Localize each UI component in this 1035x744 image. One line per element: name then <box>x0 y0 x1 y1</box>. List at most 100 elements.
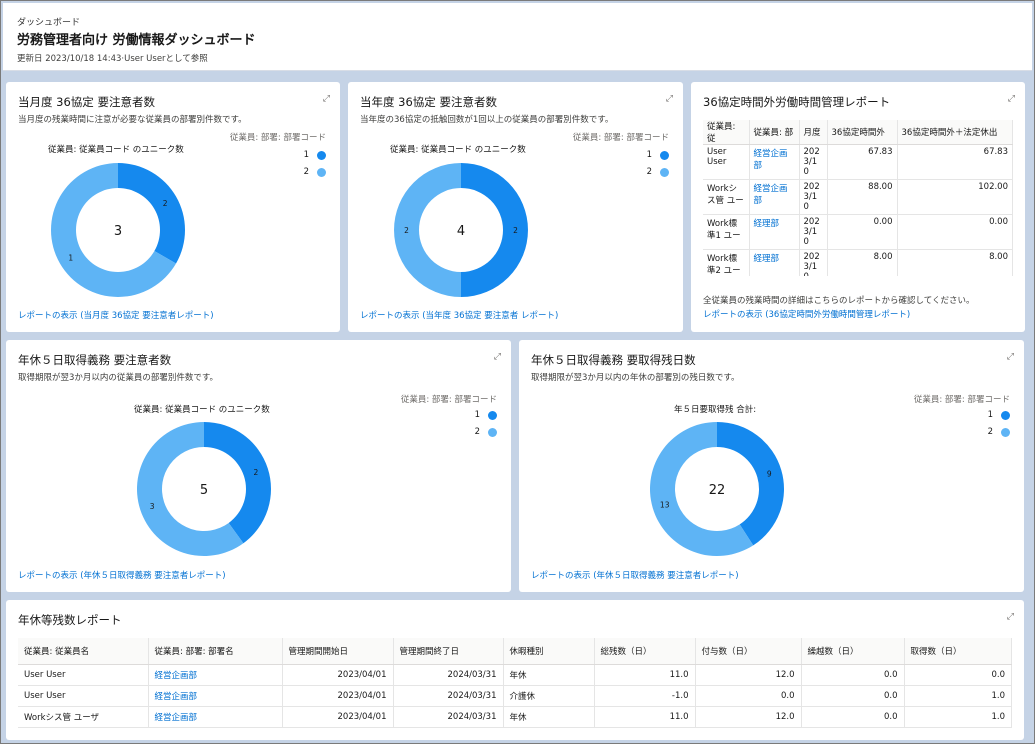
dashboard-header: ダッシュボード 労務管理者向け 労働情報ダッシュボード 更新日 2023/10/… <box>3 3 1032 71</box>
column-header[interactable]: 従業員: 部署: 部署名 <box>148 638 283 665</box>
slice-label: 2 <box>163 199 168 208</box>
legend-dot-1 <box>660 150 669 160</box>
legend-title: 従業員: 部署: 部署コード <box>913 395 1010 405</box>
card-monthly-36: 当月度 36協定 要注意者数 ⤢ 当月度の残業時間に注意が必要な従業員の部署別件… <box>6 82 340 332</box>
donut-slice-1[interactable] <box>204 422 271 544</box>
legend-title: 従業員: 部署: 部署コード <box>229 133 326 143</box>
column-header[interactable]: 繰越数（日） <box>801 638 905 665</box>
chart-title: 年５日要取得残 合計: <box>674 405 757 415</box>
dashboard-frame: ダッシュボード 労務管理者向け 労働情報ダッシュボード 更新日 2023/10/… <box>0 0 1035 744</box>
card-annual-leave-count: 年休５日取得義務 要注意者数 ⤢ 取得期限が翌3か月以内の従業員の部署別件数です… <box>6 340 511 592</box>
report-link[interactable]: レポートの表示 (年休５日取得義務 要注意者レポート) <box>531 569 739 581</box>
expand-icon[interactable]: ⤢ <box>1007 612 1014 622</box>
card-title: 年休等残数レポート <box>18 613 122 627</box>
slice-label: 2 <box>513 226 518 235</box>
donut-slice-1[interactable] <box>461 163 528 297</box>
card-description: 当月度の残業時間に注意が必要な従業員の部署別件数です。 <box>18 115 247 125</box>
legend-dot-2 <box>488 427 497 437</box>
column-header[interactable]: 総残数（日） <box>594 638 696 665</box>
donut-center-total: 3 <box>114 224 122 239</box>
donut-chart[interactable]: 2 1 3 <box>50 162 186 298</box>
expand-icon[interactable]: ⤢ <box>1008 94 1015 104</box>
card-title: 年休５日取得義務 要注意者数 <box>18 353 172 367</box>
expand-icon[interactable]: ⤢ <box>323 94 330 104</box>
card-annual-36: 当年度 36協定 要注意者数 ⤢ 当年度の36協定の抵触回数が1回以上の従業員の… <box>348 82 683 332</box>
column-header[interactable]: 従業員: 従業員名 <box>18 638 149 665</box>
legend-item-1[interactable]: 1 <box>988 410 1010 420</box>
column-header[interactable]: 付与数（日） <box>695 638 802 665</box>
balance-table-wrapper[interactable]: 従業員: 従業員名 従業員: 部署: 部署名 管理期間開始日 管理期間終了日 休… <box>18 638 1012 728</box>
donut-slice-1[interactable] <box>118 163 185 264</box>
column-header[interactable]: 従業員: 部 <box>749 120 800 145</box>
card-title: 当年度 36協定 要注意者数 <box>360 95 497 109</box>
card-title: 36協定時間外労働時間管理レポート <box>703 95 891 109</box>
expand-icon[interactable]: ⤢ <box>494 352 501 362</box>
report-note: 全従業員の残業時間の詳細はこちらのレポートから確認してください。 <box>703 296 975 306</box>
column-header[interactable]: 36協定時間外 <box>827 120 898 145</box>
legend-dot-2 <box>660 167 669 177</box>
table-row: Workシス管 ユーザ 経営企画部 2023/04/01 2024/03/31 … <box>18 706 1012 728</box>
breadcrumb: ダッシュボード <box>17 18 81 28</box>
report-link[interactable]: レポートの表示 (当月度 36協定 要注意者レポート) <box>18 309 214 321</box>
donut-center-total: 22 <box>709 483 726 498</box>
legend-item-1[interactable]: 1 <box>304 150 326 160</box>
report-link[interactable]: レポートの表示 (36協定時間外労働時間管理レポート) <box>703 308 910 320</box>
legend-item-1[interactable]: 1 <box>647 150 669 160</box>
donut-slice-1[interactable] <box>717 422 784 546</box>
donut-center-total: 4 <box>457 224 465 239</box>
updated-meta: 更新日 2023/10/18 14:43·User Userとして参照 <box>17 54 208 64</box>
report-link[interactable]: レポートの表示 (年休５日取得義務 要注意者レポート) <box>18 569 226 581</box>
column-header[interactable]: 管理期間終了日 <box>393 638 504 665</box>
legend-dot-1 <box>1001 410 1010 420</box>
legend-title: 従業員: 部署: 部署コード <box>400 395 497 405</box>
table-row: Work標準1 ユー 経理部 2023/10 0.00 0.00 <box>703 214 1013 250</box>
legend-dot-1 <box>317 150 326 160</box>
slice-label: 2 <box>253 468 258 477</box>
report-table-wrapper[interactable]: 従業員: 従 従業員: 部 月度 36協定時間外 36協定時間外＋法定休出 Us… <box>703 120 1013 276</box>
column-header[interactable]: 取得数（日） <box>904 638 1012 665</box>
card-leave-balance: 年休等残数レポート ⤢ 従業員: 従業員名 従業員: 部署: 部署名 管理期間開… <box>6 600 1024 740</box>
table-row: User User 経営企画部 2023/10 67.83 67.83 <box>703 144 1013 180</box>
chart-title: 従業員: 従業員コード のユニーク数 <box>134 405 270 415</box>
report-link[interactable]: レポートの表示 (当年度 36協定 要注意者 レポート) <box>360 309 558 321</box>
slice-label: 1 <box>68 253 73 262</box>
slice-label: 2 <box>404 226 409 235</box>
legend-dot-1 <box>488 410 497 420</box>
table-row: User User 経営企画部 2023/04/01 2024/03/31 年休… <box>18 664 1012 686</box>
card-title: 年休５日取得義務 要取得残日数 <box>531 353 696 367</box>
legend-item-2[interactable]: 2 <box>475 427 497 437</box>
column-header[interactable]: 管理期間開始日 <box>282 638 394 665</box>
legend-item-2[interactable]: 2 <box>304 167 326 177</box>
card-36-report: 36協定時間外労働時間管理レポート ⤢ 従業員: 従 従業員: 部 月度 36協… <box>691 82 1025 332</box>
slice-label: 13 <box>660 500 670 509</box>
page-title: 労務管理者向け 労働情報ダッシュボード <box>17 33 256 48</box>
expand-icon[interactable]: ⤢ <box>1007 352 1014 362</box>
slice-label: 3 <box>150 502 155 511</box>
column-header[interactable]: 従業員: 従 <box>703 120 750 145</box>
table-row: Workシス管 ユー 経営企画部 2023/10 88.00 102.00 <box>703 179 1013 215</box>
legend-dot-2 <box>1001 427 1010 437</box>
column-header[interactable]: 36協定時間外＋法定休出 <box>897 120 1013 145</box>
balance-table: 従業員: 従業員名 従業員: 部署: 部署名 管理期間開始日 管理期間終了日 休… <box>18 638 1012 728</box>
chart-title: 従業員: 従業員コード のユニーク数 <box>390 145 526 155</box>
legend-item-1[interactable]: 1 <box>475 410 497 420</box>
card-title: 当月度 36協定 要注意者数 <box>18 95 155 109</box>
legend-item-2[interactable]: 2 <box>988 427 1010 437</box>
card-description: 取得期限が翌3か月以内の年休の部署別の残日数です。 <box>531 373 740 383</box>
donut-chart[interactable]: 2 2 4 <box>393 162 529 298</box>
legend-title: 従業員: 部署: 部署コード <box>572 133 669 143</box>
expand-icon[interactable]: ⤢ <box>666 94 673 104</box>
donut-center-total: 5 <box>200 483 208 498</box>
legend-dot-2 <box>317 167 326 177</box>
column-header[interactable]: 休暇種別 <box>503 638 595 665</box>
donut-chart[interactable]: 9 13 22 <box>649 421 785 557</box>
report-table: 従業員: 従 従業員: 部 月度 36協定時間外 36協定時間外＋法定休出 Us… <box>703 120 1013 276</box>
column-header[interactable]: 月度 <box>799 120 828 145</box>
table-row: Work標準2 ユー 経理部 2023/10 8.00 8.00 <box>703 249 1013 276</box>
legend-item-2[interactable]: 2 <box>647 167 669 177</box>
slice-label: 9 <box>767 470 772 479</box>
card-annual-leave-days: 年休５日取得義務 要取得残日数 ⤢ 取得期限が翌3か月以内の年休の部署別の残日数… <box>519 340 1024 592</box>
donut-chart[interactable]: 2 3 5 <box>136 421 272 557</box>
card-description: 取得期限が翌3か月以内の従業員の部署別件数です。 <box>18 373 219 383</box>
card-description: 当年度の36協定の抵触回数が1回以上の従業員の部署別件数です。 <box>360 115 614 125</box>
